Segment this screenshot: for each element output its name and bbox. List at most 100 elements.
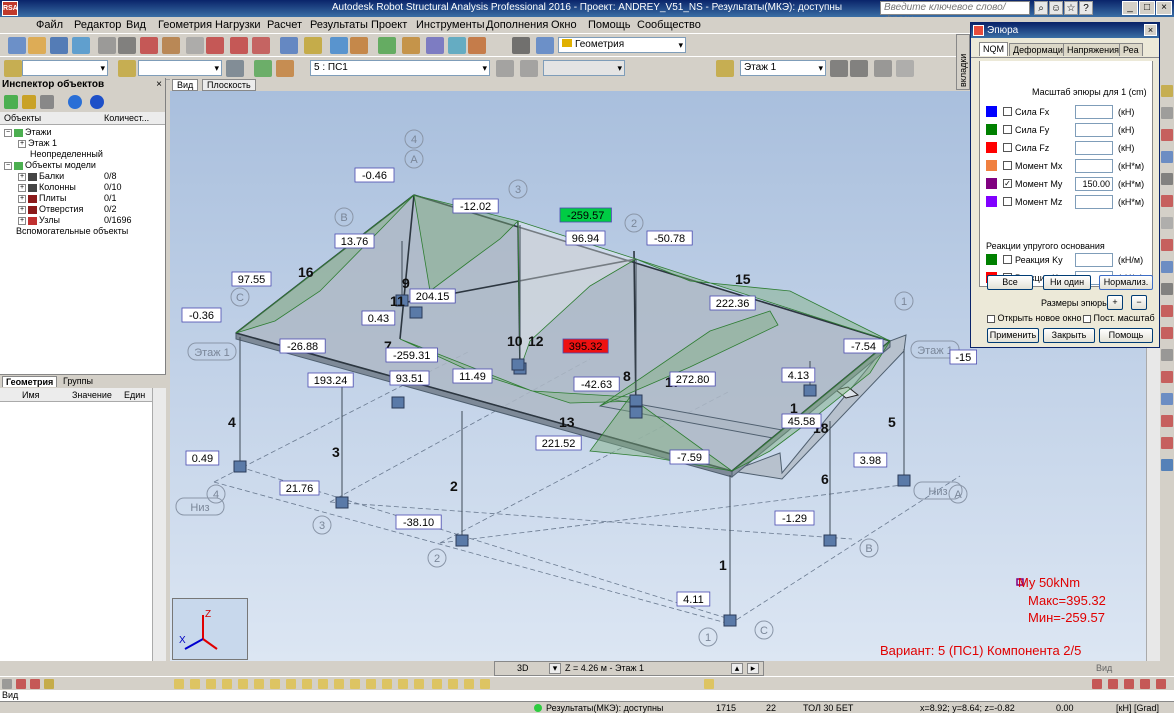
help-search-input[interactable]: Введите ключевое слово/фразу bbox=[880, 1, 1030, 25]
bottom-tool-icon[interactable] bbox=[174, 679, 184, 689]
display-icon[interactable] bbox=[330, 37, 348, 54]
menu-item[interactable]: Результаты bbox=[310, 19, 368, 31]
column-support[interactable] bbox=[823, 534, 837, 547]
command-line[interactable]: Вид bbox=[0, 690, 1174, 701]
delete-icon[interactable] bbox=[140, 37, 158, 54]
level-up-button[interactable]: ▴ bbox=[731, 663, 743, 674]
tab-stresses[interactable]: Напряжения bbox=[1063, 43, 1124, 56]
side-tool-icon[interactable] bbox=[1161, 261, 1173, 273]
menu-item[interactable]: Файл bbox=[36, 19, 63, 31]
support-node[interactable] bbox=[409, 306, 423, 319]
support-node[interactable] bbox=[629, 394, 643, 407]
bottom-tool-icon[interactable] bbox=[464, 679, 474, 689]
column-objects[interactable]: Объекты bbox=[4, 113, 41, 123]
bar-icon[interactable] bbox=[378, 37, 396, 54]
side-tool-icon[interactable] bbox=[1161, 349, 1173, 361]
diagram-scale-input[interactable] bbox=[1075, 105, 1113, 119]
side-tool-icon[interactable] bbox=[1161, 283, 1173, 295]
wizard-icon[interactable] bbox=[226, 60, 244, 77]
diagram-color-swatch[interactable] bbox=[986, 254, 997, 265]
tree-expander-icon[interactable]: + bbox=[18, 216, 26, 225]
redo-icon[interactable] bbox=[230, 37, 248, 54]
prop-value-header[interactable]: Значение bbox=[72, 390, 112, 400]
tab-geometry[interactable]: Геометрия bbox=[2, 376, 58, 387]
support-node[interactable] bbox=[391, 396, 405, 409]
tree-item[interactable]: + Отверстия bbox=[18, 204, 83, 215]
column-support[interactable] bbox=[803, 384, 817, 397]
tree-item[interactable]: − Этажи bbox=[4, 127, 52, 138]
tree-item[interactable]: Вспомогательные объекты bbox=[4, 226, 128, 237]
bottom-tool-icon[interactable] bbox=[286, 679, 296, 689]
menu-item[interactable]: Помощь bbox=[588, 19, 631, 31]
diagram-scale-input[interactable] bbox=[1075, 141, 1113, 155]
node-icon[interactable] bbox=[350, 37, 368, 54]
screenshot-icon[interactable] bbox=[118, 37, 136, 54]
column-support[interactable] bbox=[629, 406, 643, 419]
bottom-tool-icon[interactable] bbox=[366, 679, 376, 689]
select-all-button[interactable]: Все bbox=[987, 275, 1033, 290]
tree-icon[interactable] bbox=[4, 95, 18, 109]
tab-plane[interactable]: Плоскость bbox=[202, 79, 256, 91]
open-new-window-checkbox[interactable]: Открыть новое окно bbox=[987, 313, 1081, 323]
level-down-button[interactable]: ▾ bbox=[549, 663, 561, 674]
support-node[interactable] bbox=[511, 358, 525, 371]
bottom-tool-icon[interactable] bbox=[318, 679, 328, 689]
bottom-tool-icon[interactable] bbox=[270, 679, 280, 689]
maximize-button[interactable]: □ bbox=[1139, 1, 1155, 15]
menu-item[interactable]: Дополнения bbox=[486, 19, 548, 31]
menu-item[interactable]: Сообщество bbox=[637, 19, 701, 31]
dialog-close-button[interactable]: Закрыть bbox=[1043, 328, 1095, 343]
open-icon[interactable] bbox=[28, 37, 46, 54]
filter-icon[interactable] bbox=[22, 95, 36, 109]
side-tool-icon[interactable] bbox=[1161, 217, 1173, 229]
paste-icon[interactable] bbox=[186, 37, 204, 54]
side-tool-icon[interactable] bbox=[1161, 415, 1173, 427]
diagram-checkbox[interactable] bbox=[1003, 161, 1012, 170]
node-select-icon[interactable] bbox=[4, 60, 22, 77]
zoom-icon[interactable] bbox=[304, 37, 322, 54]
diagram-checkbox[interactable] bbox=[1003, 107, 1012, 116]
side-tool-icon[interactable] bbox=[1161, 173, 1173, 185]
menu-item[interactable]: Инструменты bbox=[416, 19, 485, 31]
structure-icon[interactable] bbox=[254, 60, 272, 77]
diagram-checkbox[interactable] bbox=[1003, 125, 1012, 134]
bottom-tool-icon[interactable] bbox=[1108, 679, 1118, 689]
bottom-tool-icon[interactable] bbox=[222, 679, 232, 689]
tab-reactions[interactable]: Реа bbox=[1119, 43, 1143, 56]
constant-scale-checkbox[interactable]: Пост. масштаб bbox=[1083, 313, 1155, 323]
menu-item[interactable]: Вид bbox=[126, 19, 146, 31]
bottom-tool-icon[interactable] bbox=[1140, 679, 1150, 689]
diagram-color-swatch[interactable] bbox=[986, 124, 997, 135]
bottom-tool-icon[interactable] bbox=[16, 679, 26, 689]
tree-expander-icon[interactable]: − bbox=[4, 161, 12, 170]
tree-expander-icon[interactable]: + bbox=[18, 205, 26, 214]
bottom-tool-icon[interactable] bbox=[398, 679, 408, 689]
bottom-tool-icon[interactable] bbox=[254, 679, 264, 689]
search-icon[interactable]: ⌕ bbox=[1034, 1, 1048, 15]
bottom-tool-icon[interactable] bbox=[30, 679, 40, 689]
user-icon[interactable]: ☺ bbox=[1049, 1, 1063, 15]
side-tool-icon[interactable] bbox=[1161, 151, 1173, 163]
column-support[interactable] bbox=[335, 496, 349, 509]
side-tool-icon[interactable] bbox=[1161, 371, 1173, 383]
diagram-color-swatch[interactable] bbox=[986, 196, 997, 207]
bottom-tool-icon[interactable] bbox=[190, 679, 200, 689]
select-none-button[interactable]: Ни один bbox=[1043, 275, 1091, 290]
bottom-tool-icon[interactable] bbox=[238, 679, 248, 689]
inspector-close-icon[interactable]: × bbox=[156, 78, 162, 92]
tools-icon[interactable] bbox=[512, 37, 530, 54]
bottom-tool-icon[interactable] bbox=[206, 679, 216, 689]
copy-icon[interactable] bbox=[162, 37, 180, 54]
star-icon[interactable]: ☆ bbox=[1064, 1, 1078, 15]
bar-select-icon[interactable] bbox=[118, 60, 136, 77]
section-icon[interactable] bbox=[426, 37, 444, 54]
side-tool-icon[interactable] bbox=[1161, 107, 1173, 119]
panel-tabs[interactable]: вкладки bbox=[956, 34, 970, 90]
tree-expander-icon[interactable]: + bbox=[18, 183, 26, 192]
bottom-tool-icon[interactable] bbox=[382, 679, 392, 689]
column-count[interactable]: Количест... bbox=[104, 113, 149, 123]
print-icon[interactable] bbox=[72, 37, 90, 54]
bottom-tool-icon[interactable] bbox=[704, 679, 714, 689]
case-icon[interactable] bbox=[276, 60, 294, 77]
layout-icon[interactable] bbox=[536, 37, 554, 54]
